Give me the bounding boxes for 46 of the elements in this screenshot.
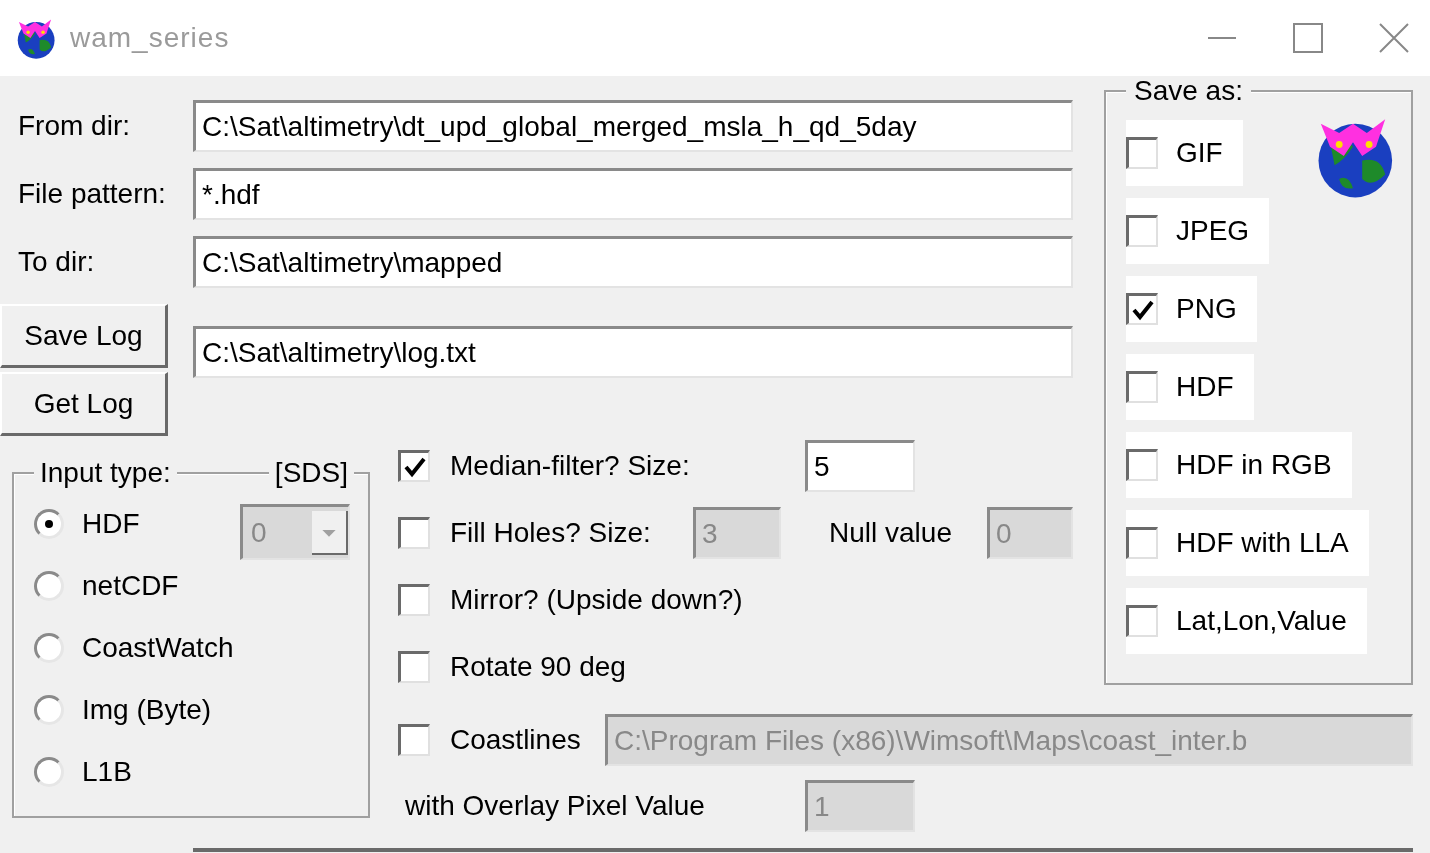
checkbox-label: Mirror? (Upside down?) xyxy=(450,584,743,616)
radio-label: netCDF xyxy=(82,570,179,602)
input-field[interactable]: *.hdf xyxy=(193,168,1073,220)
checkbox-label: GIF xyxy=(1176,137,1223,169)
radio-label: Img (Byte) xyxy=(82,694,212,726)
input-field[interactable]: C:\Sat\altimetry\dt_upd_global_merged_msla_h_qd_5day xyxy=(193,100,1073,152)
checkbox[interactable] xyxy=(1126,215,1158,247)
checkbox[interactable] xyxy=(398,584,430,616)
caret-icon xyxy=(312,510,348,555)
window-title: wam_series xyxy=(70,22,230,54)
checkbox[interactable] xyxy=(398,450,430,482)
radio-button[interactable] xyxy=(34,695,64,725)
field-label: To dir: xyxy=(17,246,96,278)
field-label: From dir: xyxy=(17,110,131,142)
checkbox-label: Rotate 90 deg xyxy=(450,651,626,683)
checkbox[interactable] xyxy=(1126,371,1158,403)
log-button[interactable]: Get Log xyxy=(0,372,168,436)
checkbox-label: HDF with LLA xyxy=(1176,527,1349,559)
radio-label: CoastWatch xyxy=(82,632,234,664)
checkbox[interactable] xyxy=(1126,137,1158,169)
radio-button[interactable] xyxy=(34,571,64,601)
checkbox[interactable] xyxy=(1126,605,1158,637)
field-label: with Overlay Pixel Value xyxy=(405,790,706,822)
checkbox-label: Lat,Lon,Value xyxy=(1176,605,1347,637)
checkbox-label: Median-filter? Size: xyxy=(450,450,691,482)
radio-label: L1B xyxy=(82,756,132,788)
radio-button[interactable] xyxy=(34,757,64,787)
radio-button[interactable] xyxy=(34,633,64,663)
checkbox-label: HDF xyxy=(1176,371,1234,403)
checkbox-label: JPEG xyxy=(1176,215,1250,247)
checkbox[interactable] xyxy=(1126,527,1158,559)
checkbox[interactable] xyxy=(1126,293,1158,325)
input-field[interactable]: 5 xyxy=(805,440,915,492)
radio-button[interactable] xyxy=(34,509,64,539)
input-field[interactable]: C:\Sat\altimetry\log.txt xyxy=(193,326,1073,378)
radio-label: HDF xyxy=(82,508,140,540)
log-button[interactable]: Save Log xyxy=(0,304,168,368)
checkbox-label: Fill Holes? Size: xyxy=(450,517,652,549)
checkbox[interactable] xyxy=(398,651,430,683)
checkbox-label: Coastlines xyxy=(450,724,582,756)
input-field[interactable]: C:\Sat\altimetry\mapped xyxy=(193,236,1073,288)
checkbox[interactable] xyxy=(1126,449,1158,481)
checkbox-label: PNG xyxy=(1176,293,1237,325)
field-label: File pattern: xyxy=(17,178,167,210)
field-label: Null value xyxy=(829,517,953,549)
checkbox-label: HDF in RGB xyxy=(1176,449,1332,481)
